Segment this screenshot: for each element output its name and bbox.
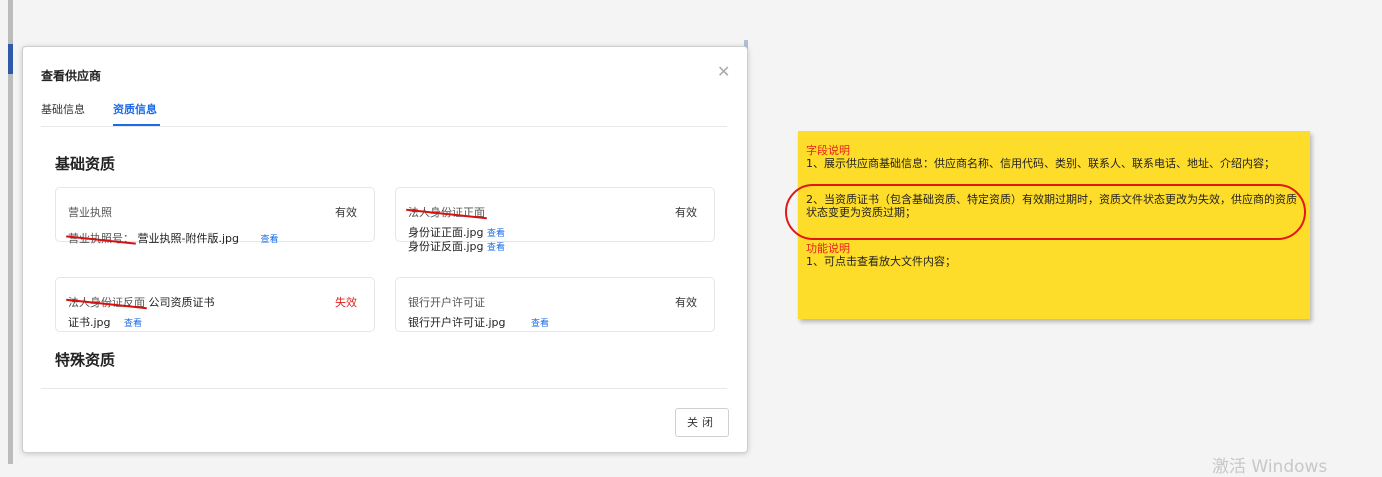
special-qualification-title: 特殊资质	[55, 351, 116, 369]
card-file-name: 证书.jpg	[68, 316, 111, 329]
card-company-certificate: 法人身份证反面 公司资质证书 失效 证书.jpg 查看	[55, 277, 375, 332]
tab-qualification-info[interactable]: 资质信息	[113, 101, 157, 117]
status-badge: 有效	[335, 206, 357, 219]
card-file-name: 银行开户许可证.jpg	[408, 316, 506, 329]
card-business-license: 营业执照 有效 营业执照号： 营业执照-附件版.jpg 查看	[55, 187, 375, 245]
note-field-heading: 字段说明	[806, 144, 850, 157]
card-file-line: 证书.jpg 查看	[68, 314, 142, 330]
card-bank-license: 银行开户许可证 有效 银行开户许可证.jpg 查看	[395, 277, 715, 332]
note-field-item-1: 1、展示供应商基础信息：供应商名称、信用代码、类别、联系人、联系电话、地址、介绍…	[806, 157, 1275, 170]
basic-qualification-title: 基础资质	[55, 155, 116, 173]
view-file-link[interactable]: 查看	[261, 235, 279, 245]
view-file-link[interactable]: 查看	[531, 319, 549, 329]
note-function-item-1: 1、可点击查看放大文件内容；	[806, 255, 956, 268]
card-file-line: 营业执照号： 营业执照-附件版.jpg 查看	[68, 230, 279, 246]
dialog-title: 查看供应商	[41, 69, 102, 83]
view-file-link[interactable]: 查看	[487, 243, 505, 253]
view-file-link[interactable]: 查看	[124, 319, 142, 329]
background-page-accent	[8, 44, 13, 74]
close-button[interactable]: 关闭	[675, 408, 729, 437]
card-label: 银行开户许可证	[408, 296, 485, 309]
highlight-circle	[785, 184, 1306, 240]
footer-divider	[41, 388, 727, 389]
status-badge: 失效	[335, 296, 357, 309]
status-badge: 有效	[675, 296, 697, 309]
card-label-suffix: 公司资质证书	[148, 296, 215, 309]
card-label-struck: 法人身份证反面	[68, 296, 145, 309]
tab-basic-info[interactable]: 基础信息	[41, 101, 85, 117]
card-file-line: 身份证反面.jpg 查看	[408, 238, 505, 254]
card-id-front: 法人身份证正面 有效 身份证正面.jpg 查看 身份证反面.jpg 查看	[395, 187, 715, 253]
view-supplier-dialog: 查看供应商 ✕ 基础信息 资质信息 基础资质 营业执照 有效 营业执照号： 营业…	[22, 46, 748, 453]
card-file-line: 银行开户许可证.jpg 查看	[408, 314, 549, 330]
card-label: 营业执照	[68, 206, 112, 219]
note-function-heading: 功能说明	[806, 242, 850, 255]
card-label: 法人身份证正面	[408, 204, 485, 220]
card-label-struck: 法人身份证正面	[408, 206, 485, 219]
status-badge: 有效	[675, 206, 697, 219]
close-icon[interactable]: ✕	[717, 64, 730, 80]
card-file-prefix: 营业执照号：	[68, 232, 134, 245]
tabs-divider	[41, 126, 727, 127]
card-label: 法人身份证反面 公司资质证书	[68, 294, 215, 310]
card-file-name: 身份证反面.jpg	[408, 240, 484, 253]
card-file-name: 营业执照-附件版.jpg	[137, 232, 240, 245]
windows-activation-watermark: 激活 Windows	[1212, 457, 1328, 477]
